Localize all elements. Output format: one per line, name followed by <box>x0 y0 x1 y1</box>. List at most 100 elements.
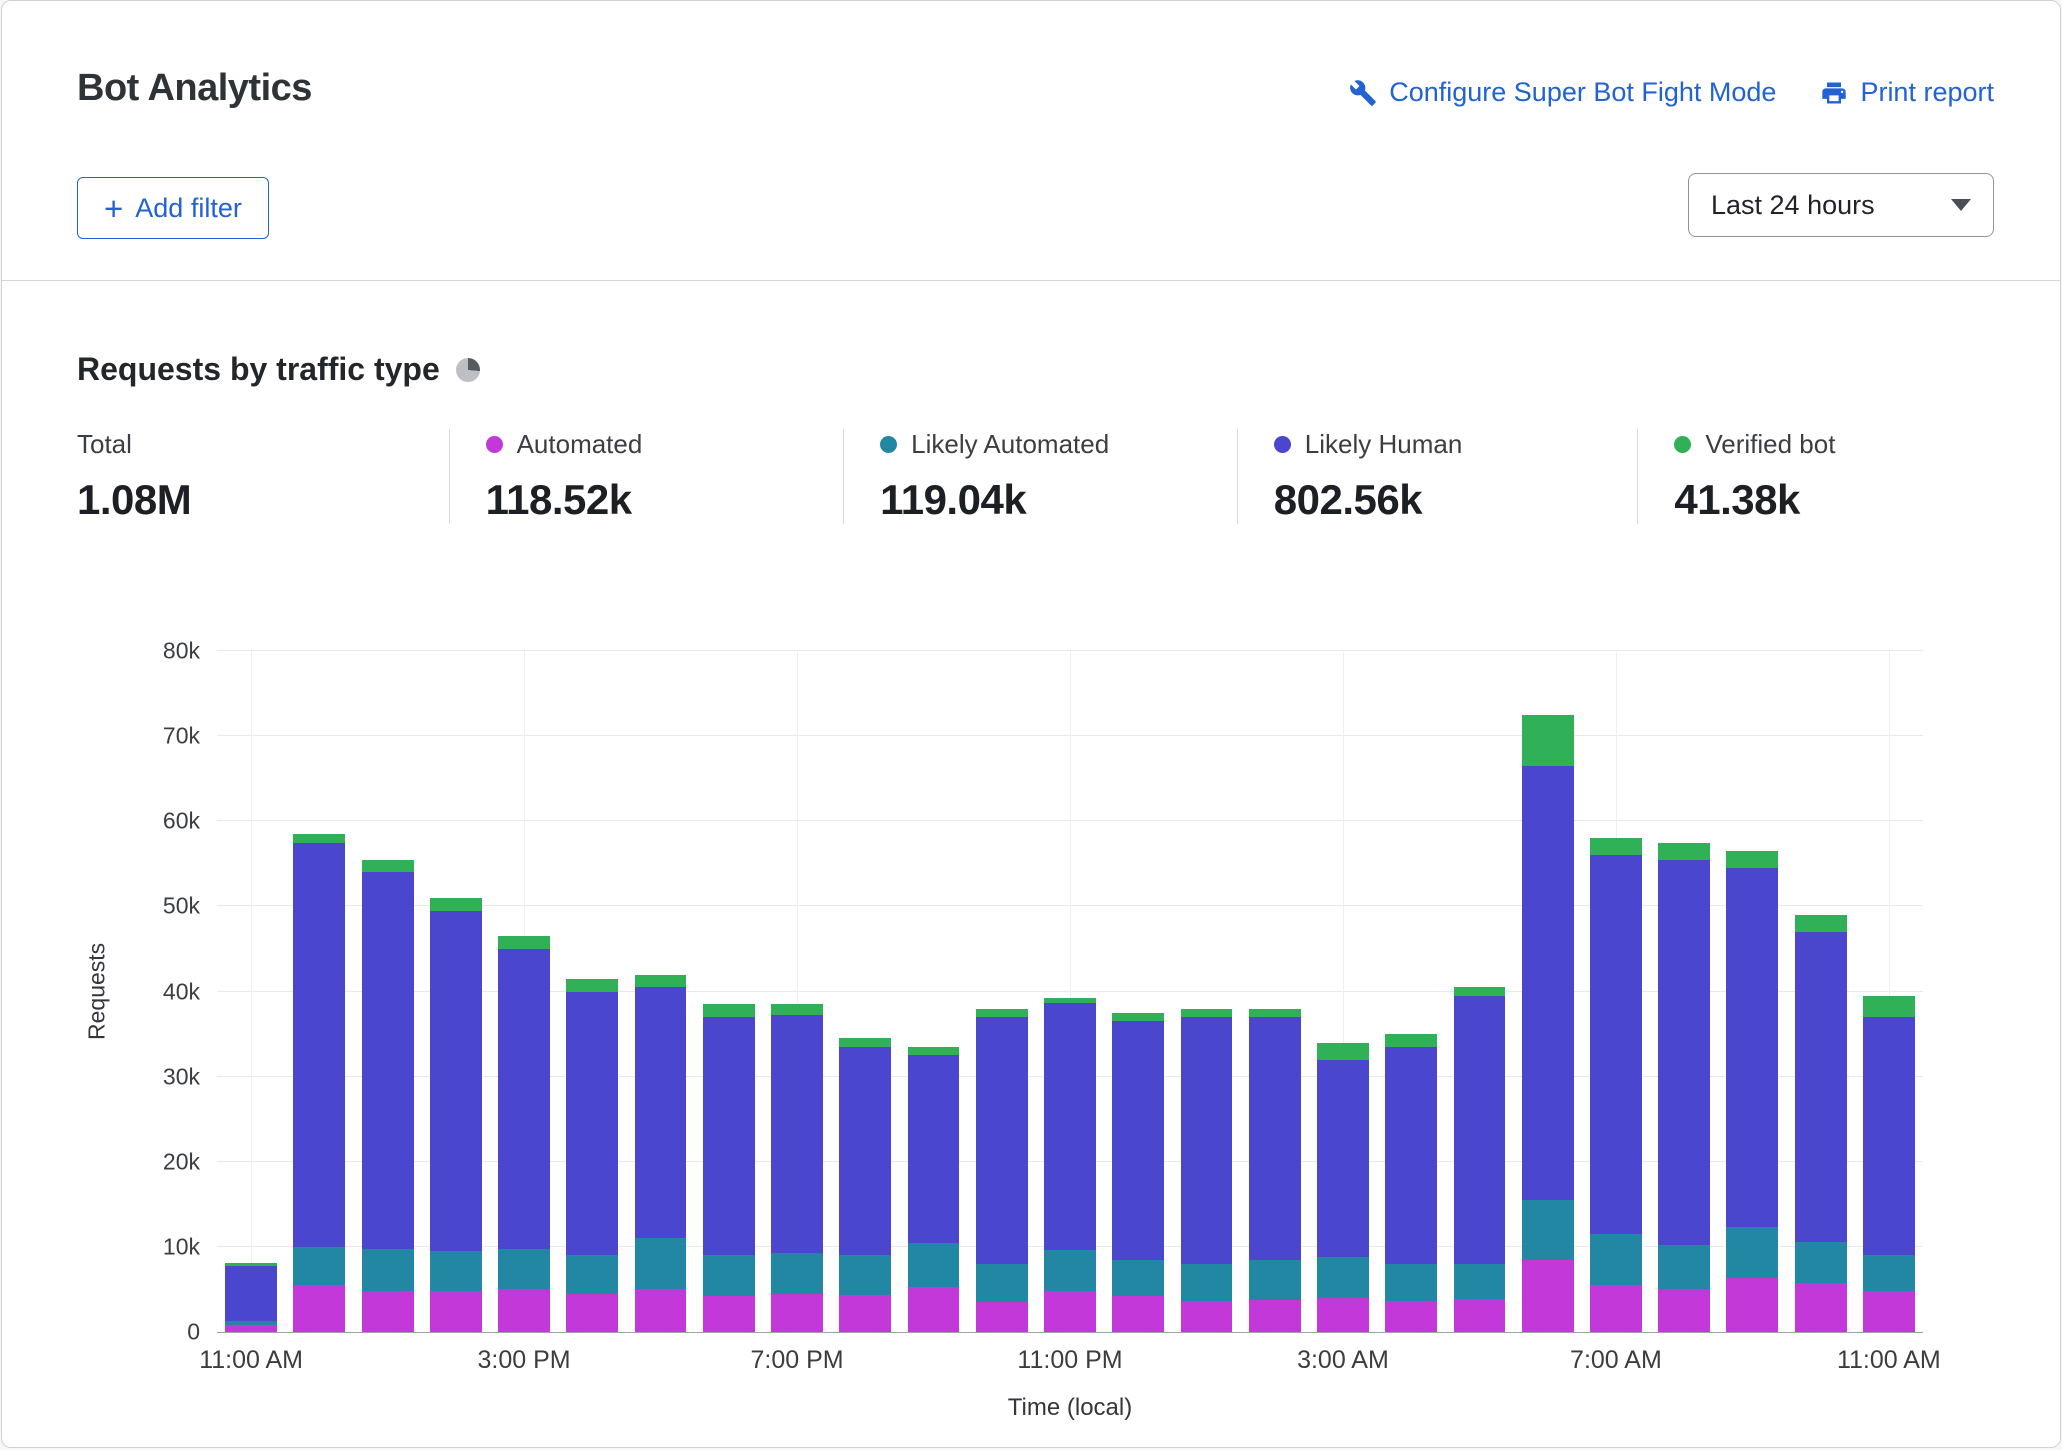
y-tick-label: 30k <box>163 1063 200 1090</box>
bar-segment-automated <box>1249 1300 1301 1332</box>
section-title: Requests by traffic type <box>77 351 480 388</box>
bar-segment-verified-bot <box>1726 851 1778 868</box>
bar-segment-likely-human <box>703 1017 755 1255</box>
bar-slot <box>1172 651 1240 1332</box>
bar[interactable] <box>1658 651 1710 1332</box>
stat-label: Likely Human <box>1274 429 1612 460</box>
bar-segment-automated <box>1112 1296 1164 1332</box>
bar[interactable] <box>1863 651 1915 1332</box>
x-tick-label: 7:00 PM <box>750 1346 843 1375</box>
bar-segment-likely-automated <box>1726 1227 1778 1278</box>
x-tick-label: 11:00 PM <box>1017 1346 1122 1375</box>
bar-segment-likely-automated <box>908 1243 960 1287</box>
bar-segment-likely-automated <box>1112 1260 1164 1297</box>
bar[interactable] <box>839 651 891 1332</box>
bar[interactable] <box>1385 651 1437 1332</box>
bar-segment-likely-human <box>1044 1003 1096 1250</box>
bar[interactable] <box>1249 651 1301 1332</box>
bar-segment-likely-automated <box>703 1255 755 1296</box>
bar-segment-likely-automated <box>1317 1257 1369 1298</box>
x-axis-ticks: 11:00 AM3:00 PM7:00 PM11:00 PM3:00 AM7:0… <box>217 1346 1923 1380</box>
bar-segment-automated <box>1181 1301 1233 1332</box>
bar[interactable] <box>430 651 482 1332</box>
bar-slot <box>1514 651 1582 1332</box>
time-range-select[interactable]: Last 24 hours <box>1688 173 1994 237</box>
stat-label-text: Total <box>77 429 132 460</box>
bar-segment-likely-human <box>1590 855 1642 1234</box>
bar-segment-likely-automated <box>1181 1264 1233 1301</box>
x-axis-label: Time (local) <box>217 1394 1923 1422</box>
stat-label-text: Verified bot <box>1705 429 1835 460</box>
plot-area <box>217 651 1923 1333</box>
bar[interactable] <box>362 651 414 1332</box>
bar[interactable] <box>771 651 823 1332</box>
bar-segment-likely-human <box>225 1266 277 1321</box>
bar[interactable] <box>498 651 550 1332</box>
bar[interactable] <box>1112 651 1164 1332</box>
bar-segment-verified-bot <box>1658 843 1710 860</box>
bar-segment-automated <box>1044 1291 1096 1332</box>
header-divider <box>2 280 2060 281</box>
bar-slot <box>1377 651 1445 1332</box>
bar-slot <box>1582 651 1650 1332</box>
legend-dot <box>1674 436 1691 453</box>
bar-segment-automated <box>1454 1299 1506 1332</box>
bar[interactable] <box>1726 651 1778 1332</box>
stat-automated: Automated118.52k <box>449 429 844 524</box>
bar-segment-likely-automated <box>1863 1255 1915 1291</box>
bar-slot <box>763 651 831 1332</box>
bar[interactable] <box>1795 651 1847 1332</box>
y-tick-label: 60k <box>163 808 200 835</box>
bar-slot <box>558 651 626 1332</box>
bar-segment-likely-human <box>1112 1021 1164 1259</box>
bar[interactable] <box>1522 651 1574 1332</box>
bar[interactable] <box>1181 651 1233 1332</box>
y-tick-label: 0 <box>187 1319 200 1346</box>
stat-label: Automated <box>486 429 818 460</box>
bar-segment-verified-bot <box>1795 915 1847 932</box>
bar[interactable] <box>703 651 755 1332</box>
bar-segment-likely-automated <box>1590 1234 1642 1285</box>
bar-segment-verified-bot <box>566 979 618 992</box>
bar-slot <box>1855 651 1923 1332</box>
bar-segment-likely-automated <box>976 1264 1028 1302</box>
bar-segment-verified-bot <box>362 860 414 873</box>
y-tick-label: 50k <box>163 893 200 920</box>
add-filter-button[interactable]: + Add filter <box>77 177 269 239</box>
configure-super-bot-fight-mode-link[interactable]: Configure Super Bot Fight Mode <box>1349 77 1776 108</box>
bar-slot <box>831 651 899 1332</box>
bar[interactable] <box>908 651 960 1332</box>
bar[interactable] <box>635 651 687 1332</box>
bar-segment-automated <box>1590 1285 1642 1332</box>
bar-segment-likely-human <box>430 911 482 1252</box>
x-tick-label: 3:00 PM <box>478 1346 571 1375</box>
bar[interactable] <box>1590 651 1642 1332</box>
bar[interactable] <box>293 651 345 1332</box>
bar-segment-automated <box>498 1289 550 1332</box>
time-range-value: Last 24 hours <box>1711 190 1875 221</box>
bar[interactable] <box>1044 651 1096 1332</box>
bar-slot <box>1718 651 1786 1332</box>
legend-dot <box>1274 436 1291 453</box>
bar-segment-likely-human <box>1726 868 1778 1227</box>
bar-segment-automated <box>908 1287 960 1332</box>
bar-segment-likely-automated <box>1522 1200 1574 1260</box>
bar-segment-likely-human <box>771 1015 823 1253</box>
bar-segment-likely-automated <box>1454 1264 1506 1299</box>
bar[interactable] <box>976 651 1028 1332</box>
bar-segment-likely-human <box>1317 1060 1369 1257</box>
bar[interactable] <box>1317 651 1369 1332</box>
bar-segment-likely-automated <box>771 1253 823 1294</box>
bar-segment-likely-human <box>293 843 345 1247</box>
bar-segment-verified-bot <box>1863 996 1915 1017</box>
bar[interactable] <box>566 651 618 1332</box>
bar-segment-automated <box>1658 1289 1710 1332</box>
bar[interactable] <box>1454 651 1506 1332</box>
bar-segment-likely-human <box>1863 1017 1915 1255</box>
bar[interactable] <box>225 651 277 1332</box>
bar-segment-likely-human <box>1658 860 1710 1246</box>
x-tick-label: 11:00 AM <box>1837 1346 1941 1375</box>
bar-segment-likely-automated <box>1658 1245 1710 1289</box>
print-report-link[interactable]: Print report <box>1820 77 1994 108</box>
x-tick-label: 11:00 AM <box>199 1346 303 1375</box>
